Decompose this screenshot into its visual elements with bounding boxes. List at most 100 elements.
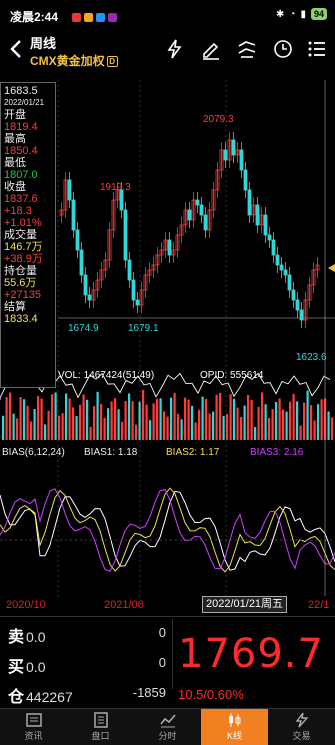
nav-label: 盘口	[91, 731, 110, 741]
volume-bar	[229, 394, 232, 440]
status-icons: ✱ ◔ ▮ 94	[276, 8, 327, 20]
bias-line	[0, 487, 335, 573]
volume-bar	[145, 404, 148, 440]
volume-bar	[198, 409, 201, 440]
nav-news[interactable]: 资讯	[0, 709, 67, 745]
crosshair-date: 2022/01/21周五	[202, 596, 288, 613]
lightning-icon[interactable]	[164, 38, 186, 60]
battery-icon: 94	[310, 8, 327, 20]
volume-bar	[278, 398, 281, 440]
orderbook-icon	[93, 712, 108, 728]
candle-body	[271, 239, 276, 256]
menu-list-icon[interactable]	[306, 38, 328, 60]
bias-label: BIAS(6,12,24)	[2, 447, 65, 458]
high-value: 1850.4	[4, 145, 38, 157]
volume-indicator-label: VOL: 1467424(51:49)	[58, 370, 155, 381]
peak-label: 2079.3	[203, 114, 234, 125]
high-label: 最高	[4, 133, 26, 145]
oi-change: +27135	[4, 289, 42, 301]
volume-bar	[163, 411, 166, 440]
volume-bar	[114, 398, 117, 440]
volume-bar	[47, 410, 50, 440]
bias-line	[0, 490, 335, 571]
volume-bar	[268, 418, 271, 440]
nav-timeshare[interactable]: 分时	[134, 709, 201, 745]
volume-bar	[222, 415, 225, 440]
candle-body	[203, 214, 208, 231]
volume-bar	[327, 411, 330, 440]
bottom-nav: 资讯 盘口 分时 K线 交易	[0, 708, 335, 745]
volume-bar	[12, 413, 15, 440]
candle-body	[223, 149, 228, 161]
buy-row[interactable]: 买 0.0	[8, 653, 45, 677]
oi-quote-value: 442267	[26, 689, 73, 705]
volume-bar	[149, 420, 152, 440]
volume-bar	[296, 401, 299, 440]
buy-label: 买	[8, 659, 25, 676]
candle-body	[239, 149, 244, 171]
oi-label: 持仓量	[4, 265, 37, 277]
volume-bar	[2, 415, 5, 440]
volume-bar	[16, 418, 19, 440]
candle-body	[83, 274, 88, 296]
oi-quote-label: 仓	[8, 689, 25, 706]
volume-bar	[65, 393, 68, 440]
volume-bar	[89, 426, 92, 440]
low3-label: 1623.6	[296, 352, 327, 363]
ohlc-info-panel: 1683.5 2022/01/21 开盘 1819.4 最高 1850.4 最低…	[0, 82, 56, 388]
volume-bar	[51, 394, 54, 440]
candlestick-series	[59, 132, 320, 328]
indicator-switch-icon[interactable]	[236, 38, 258, 60]
draw-pen-icon[interactable]	[200, 38, 222, 60]
opid-indicator-label: OPID: 555614	[200, 370, 264, 381]
nav-trade[interactable]: 交易	[268, 709, 335, 745]
volume-bar	[261, 392, 264, 440]
instrument-title[interactable]: CMX黄金加权 D	[30, 52, 118, 69]
volume-bar	[306, 390, 309, 440]
oi-value: 55.6万	[4, 277, 37, 289]
quote-panel: 卖 0.0 0 买 0.0 0 仓 442267 -1859 1769.7 10.5/…	[0, 616, 335, 708]
candle-body	[119, 189, 124, 211]
volume-bar	[37, 396, 40, 440]
candle-body	[187, 209, 192, 221]
volume-bar	[156, 398, 159, 440]
volume-bar	[100, 403, 103, 440]
volume-bar	[23, 399, 26, 440]
bluetooth-icon: ✱	[276, 8, 285, 20]
volume-bar	[135, 424, 138, 440]
volume-bar	[257, 406, 260, 440]
volume-bar	[236, 407, 239, 440]
nav-orderbook[interactable]: 盘口	[67, 709, 134, 745]
volume-bar	[194, 422, 197, 440]
volume-bar	[233, 398, 236, 440]
bias1-value: BIAS1: 1.18	[84, 447, 138, 458]
volume-bar	[250, 399, 253, 440]
volume-bar	[313, 420, 316, 440]
date-tick-3: 22/1	[308, 599, 330, 611]
candle-body	[195, 199, 200, 206]
volume-bar	[243, 405, 246, 440]
last-price-marker	[328, 264, 335, 272]
volume-bar	[226, 414, 229, 440]
volume-bar	[159, 398, 162, 440]
candle-body	[231, 139, 236, 156]
sell-row[interactable]: 卖 0.0	[8, 623, 45, 647]
volume-bar	[173, 392, 176, 440]
candle-body	[247, 189, 252, 216]
candle-body	[243, 169, 248, 191]
volume-label: 成交量	[4, 229, 37, 241]
nav-kline[interactable]: K线	[201, 709, 268, 745]
volume-bar	[177, 413, 180, 440]
clock-icon[interactable]	[272, 38, 294, 60]
back-arrow-icon[interactable]	[8, 38, 24, 60]
volume-bar	[138, 401, 141, 440]
candle-body	[299, 309, 304, 321]
status-time: 凌晨2:44	[10, 10, 59, 24]
news-icon	[25, 713, 42, 727]
candle-body	[255, 204, 260, 226]
candle-body	[87, 294, 92, 301]
volume-bar	[240, 416, 243, 440]
volume-bar	[142, 390, 145, 440]
bias3-value: BIAS3: 2.16	[250, 447, 304, 458]
sell-qty: 0	[158, 625, 166, 640]
